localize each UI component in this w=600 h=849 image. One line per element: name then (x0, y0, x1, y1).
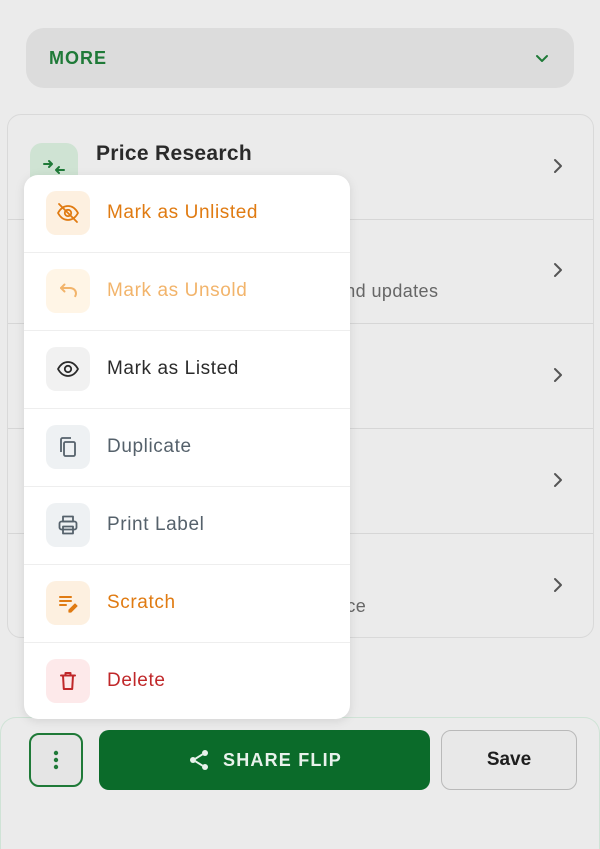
menu-item-mark-unsold[interactable]: Mark as Unsold (24, 253, 350, 331)
more-actions-button[interactable] (29, 733, 83, 787)
printer-icon (46, 503, 90, 547)
menu-item-label: Mark as Unlisted (107, 202, 259, 223)
chevron-right-icon (551, 261, 565, 279)
menu-item-mark-listed[interactable]: Mark as Listed (24, 331, 350, 409)
share-flip-button[interactable]: SHARE FLIP (99, 730, 430, 790)
undo-icon (46, 269, 90, 313)
menu-item-print-label[interactable]: Print Label (24, 487, 350, 565)
chevron-right-icon (551, 157, 565, 175)
chevron-down-icon (534, 50, 550, 66)
menu-item-label: Delete (107, 670, 166, 691)
share-flip-label: SHARE FLIP (222, 749, 342, 770)
share-icon (187, 748, 211, 772)
save-label: Save (486, 749, 532, 770)
menu-item-scratch[interactable]: Scratch (24, 565, 350, 643)
more-section-header[interactable]: MORE (26, 28, 574, 88)
menu-item-label: Duplicate (107, 436, 192, 457)
copy-icon (46, 425, 90, 469)
menu-item-label: Print Label (107, 514, 205, 535)
eye-icon (46, 347, 90, 391)
actions-popup-menu: Mark as Unlisted Mark as Unsold Mark as … (24, 175, 350, 719)
edit-note-icon (46, 581, 90, 625)
more-label: MORE (49, 47, 107, 68)
menu-item-mark-unlisted[interactable]: Mark as Unlisted (24, 175, 350, 253)
menu-item-duplicate[interactable]: Duplicate (24, 409, 350, 487)
list-item-title: Price Research (96, 142, 252, 165)
save-button[interactable]: Save (441, 730, 577, 790)
chevron-right-icon (551, 471, 565, 489)
kebab-icon (53, 750, 59, 770)
chevron-right-icon (551, 576, 565, 594)
trash-icon (46, 659, 90, 703)
menu-item-label: Mark as Listed (107, 358, 239, 379)
menu-item-label: Mark as Unsold (107, 280, 248, 301)
chevron-right-icon (551, 366, 565, 384)
menu-item-label: Scratch (107, 592, 176, 613)
menu-item-delete[interactable]: Delete (24, 643, 350, 719)
eye-off-icon (46, 191, 90, 235)
